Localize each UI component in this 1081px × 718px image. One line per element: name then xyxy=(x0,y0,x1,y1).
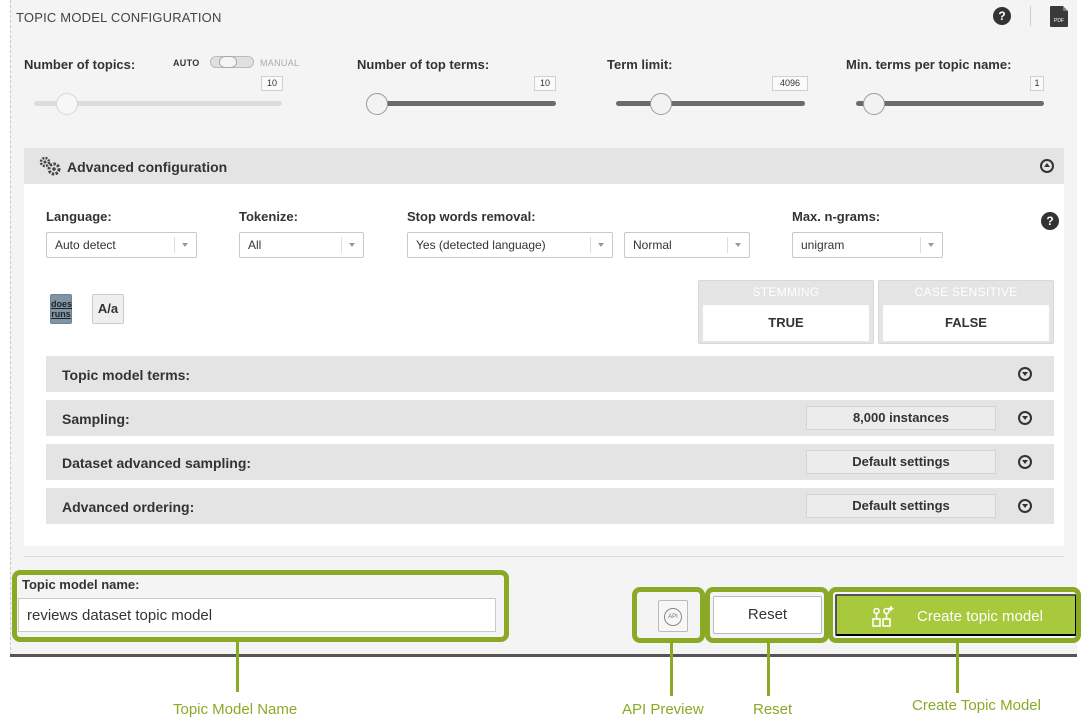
toolbar-divider xyxy=(1030,6,1031,26)
page-title: TOPIC MODEL CONFIGURATION xyxy=(16,10,222,25)
auto-manual-toggle[interactable] xyxy=(210,56,254,68)
auto-mode-label: AUTO xyxy=(173,58,200,68)
section-sampling[interactable]: Sampling: 8,000 instances xyxy=(46,400,1054,436)
highlight-api-preview xyxy=(632,587,705,643)
top-terms-value[interactable]: 10 xyxy=(534,76,556,91)
section-label: Sampling: xyxy=(62,411,130,427)
callout-topic-model-name: Topic Model Name xyxy=(173,701,298,718)
stemming-button-top: does xyxy=(51,299,73,309)
stop-words-level-select[interactable]: Normal xyxy=(624,232,750,258)
callout-api-preview: API Preview xyxy=(622,701,704,718)
case-sensitive-status-value: FALSE xyxy=(883,305,1049,341)
tokenize-label: Tokenize: xyxy=(239,209,298,224)
term-limit-slider-handle[interactable] xyxy=(650,93,672,115)
section-dataset-advanced-sampling[interactable]: Dataset advanced sampling: Default setti… xyxy=(46,444,1054,480)
term-limit-slider-track[interactable] xyxy=(616,101,805,106)
callout-create-topic-model: Create Topic Model xyxy=(912,697,1041,714)
callout-line xyxy=(670,643,673,696)
case-sensitive-status: CASE SENSITIVE FALSE xyxy=(878,280,1054,344)
highlight-topic-model-name xyxy=(12,570,509,642)
stemming-status-label: STEMMING xyxy=(752,285,820,299)
stop-words-level-value: Normal xyxy=(633,238,672,252)
case-sensitive-toggle-button[interactable]: A/a xyxy=(92,294,124,324)
highlight-reset xyxy=(705,587,829,643)
expand-down-icon[interactable] xyxy=(1018,367,1032,381)
pdf-icon[interactable]: PDF xyxy=(1050,6,1068,27)
chevron-down-icon xyxy=(590,237,612,253)
expand-down-icon[interactable] xyxy=(1018,455,1032,469)
stop-words-select[interactable]: Yes (detected language) xyxy=(407,232,613,258)
min-terms-value[interactable]: 1 xyxy=(1030,76,1044,91)
language-select-value: Auto detect xyxy=(55,238,116,252)
section-advanced-ordering[interactable]: Advanced ordering: Default settings xyxy=(46,488,1054,524)
section-topic-model-terms[interactable]: Topic model terms: xyxy=(46,356,1054,392)
ngrams-select[interactable]: unigram xyxy=(792,232,943,258)
callout-line xyxy=(236,642,239,692)
stop-words-select-value: Yes (detected language) xyxy=(416,238,546,252)
chevron-down-icon xyxy=(341,237,363,253)
tokenize-select[interactable]: All xyxy=(239,232,364,258)
section-label: Dataset advanced sampling: xyxy=(62,455,252,471)
case-sensitive-status-label: CASE SENSITIVE xyxy=(914,285,1018,299)
collapse-up-icon[interactable] xyxy=(1040,159,1054,173)
gears-icon xyxy=(39,156,61,176)
highlight-create xyxy=(828,587,1081,643)
tokenize-select-value: All xyxy=(248,238,262,252)
advanced-config-title: Advanced configuration xyxy=(67,159,228,175)
top-terms-slider-handle[interactable] xyxy=(366,93,388,115)
term-limit-label: Term limit: xyxy=(607,57,673,72)
callout-line xyxy=(767,643,770,696)
divider xyxy=(24,556,1064,557)
stemming-status-value: TRUE xyxy=(703,305,869,341)
chevron-down-icon xyxy=(174,237,196,253)
stop-words-label: Stop words removal: xyxy=(407,209,536,224)
stemming-toggle-button[interactable]: does runs xyxy=(50,294,72,324)
expand-down-icon[interactable] xyxy=(1018,411,1032,425)
help-icon[interactable]: ? xyxy=(993,7,1011,25)
help-icon[interactable]: ? xyxy=(1041,212,1059,230)
term-limit-value[interactable]: 4096 xyxy=(772,76,808,91)
stemming-status: STEMMING TRUE xyxy=(698,280,874,344)
ngrams-label: Max. n-grams: xyxy=(792,209,881,224)
num-topics-slider-handle xyxy=(56,93,78,115)
section-value: Default settings xyxy=(806,450,996,474)
chevron-down-icon xyxy=(920,237,942,253)
stemming-button-bottom: runs xyxy=(51,309,71,319)
top-terms-slider-track[interactable] xyxy=(368,101,556,106)
top-terms-label: Number of top terms: xyxy=(357,57,490,72)
section-label: Topic model terms: xyxy=(62,367,191,383)
toggle-knob xyxy=(219,56,237,68)
chevron-down-icon xyxy=(727,237,749,253)
section-label: Advanced ordering: xyxy=(62,499,195,515)
min-terms-label: Min. terms per topic name: xyxy=(846,57,1012,72)
section-value: Default settings xyxy=(806,494,996,518)
section-value: 8,000 instances xyxy=(806,406,996,430)
num-topics-label: Number of topics: xyxy=(24,57,136,72)
language-select[interactable]: Auto detect xyxy=(46,232,197,258)
callout-reset: Reset xyxy=(753,701,793,718)
callout-line xyxy=(956,643,959,693)
panel-bottom-border xyxy=(10,654,1077,657)
min-terms-slider-handle[interactable] xyxy=(863,93,885,115)
language-label: Language: xyxy=(46,209,112,224)
ngrams-select-value: unigram xyxy=(801,238,845,252)
expand-down-icon[interactable] xyxy=(1018,499,1032,513)
num-topics-value: 10 xyxy=(261,76,283,91)
manual-mode-label: MANUAL xyxy=(260,58,300,68)
